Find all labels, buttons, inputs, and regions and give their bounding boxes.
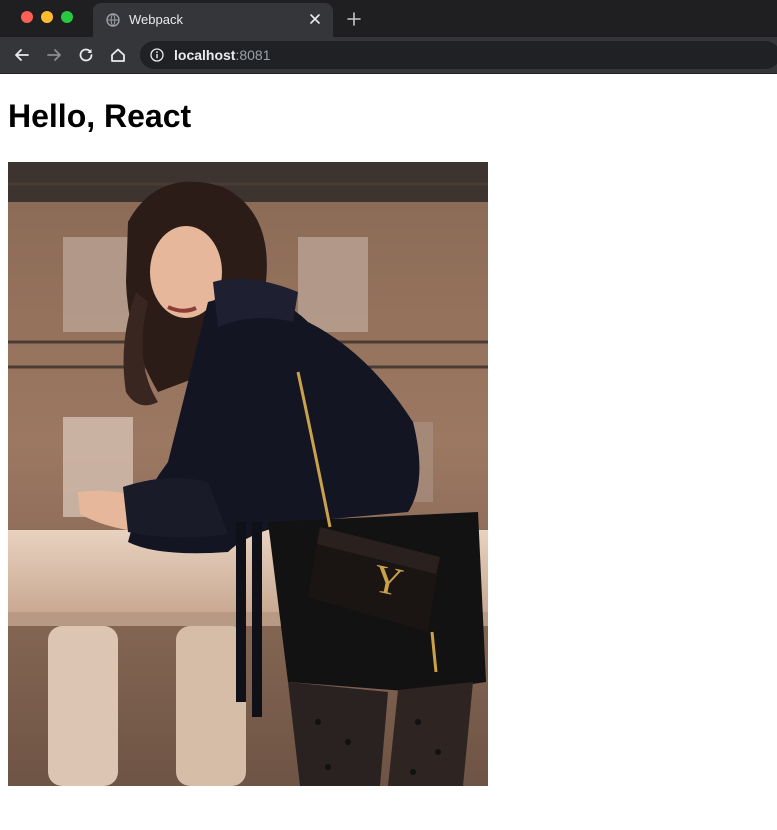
url-host: localhost	[174, 47, 236, 63]
back-arrow-icon[interactable]	[13, 46, 31, 64]
url-port: :8081	[235, 47, 271, 63]
address-bar[interactable]: localhost:8081	[140, 41, 777, 69]
photo-image: Y	[8, 162, 488, 786]
close-tab-icon[interactable]	[307, 11, 323, 27]
new-tab-icon[interactable]	[345, 10, 363, 28]
browser-toolbar: localhost:8081	[0, 37, 777, 73]
close-window-button[interactable]	[21, 11, 33, 23]
tab-title: Webpack	[129, 12, 183, 27]
home-icon[interactable]	[109, 46, 127, 64]
reload-icon[interactable]	[77, 46, 95, 64]
page-heading: Hello, React	[8, 98, 192, 134]
globe-icon	[106, 13, 120, 27]
photo-illustration: Y	[8, 162, 488, 786]
browser-tab[interactable]: Webpack	[93, 3, 333, 37]
info-icon[interactable]	[150, 48, 164, 62]
toolbar-divider	[0, 73, 777, 74]
browser-tab-bar: Webpack	[0, 0, 777, 37]
maximize-window-button[interactable]	[61, 11, 73, 23]
forward-arrow-icon[interactable]	[45, 46, 63, 64]
url-text: localhost:8081	[174, 47, 271, 63]
minimize-window-button[interactable]	[41, 11, 53, 23]
